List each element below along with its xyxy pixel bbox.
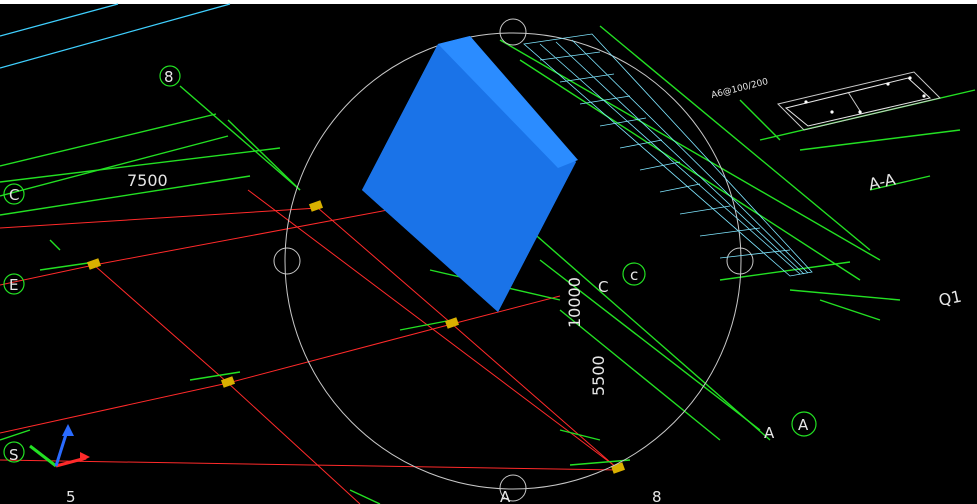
- reference-lines: [0, 3, 231, 69]
- axis-label-5-bottom: 5: [66, 488, 76, 504]
- axis-label-e-left: E: [9, 276, 18, 294]
- axis-label-c-left: C: [9, 186, 19, 204]
- wall-label-q1: Q1: [937, 287, 963, 310]
- wall-q1-solid[interactable]: [362, 36, 578, 312]
- section-detail: [777, 71, 941, 131]
- dimension-7500: 7500: [127, 171, 168, 190]
- dimension-10000: 10000: [565, 277, 584, 328]
- axis-label-8-top: 8: [164, 68, 174, 86]
- ucs-axes-icon: [29, 424, 90, 468]
- dimension-5500: 5500: [589, 355, 608, 396]
- rebar-note: A6@100/200: [710, 77, 769, 101]
- axis-label-a-bubble: A: [798, 416, 809, 434]
- model-canvas[interactable]: 7500 10000 5500 8 C E S 5 C c A A A 8 A-…: [0, 0, 977, 504]
- axis-label-8-bottom: 8: [652, 488, 662, 504]
- axis-label-a-right: A: [764, 424, 775, 442]
- axis-label-a-bottom: A: [500, 488, 511, 504]
- cad-3d-viewport[interactable]: 7500 10000 5500 8 C E S 5 C c A A A 8 A-…: [0, 0, 977, 504]
- axis-label-s-left: S: [9, 446, 19, 464]
- section-label-aa: A-A: [867, 170, 897, 194]
- section-dots: [804, 76, 926, 114]
- axis-label-c-mid: C: [598, 278, 608, 296]
- axis-label-c-bubble: c: [630, 266, 638, 284]
